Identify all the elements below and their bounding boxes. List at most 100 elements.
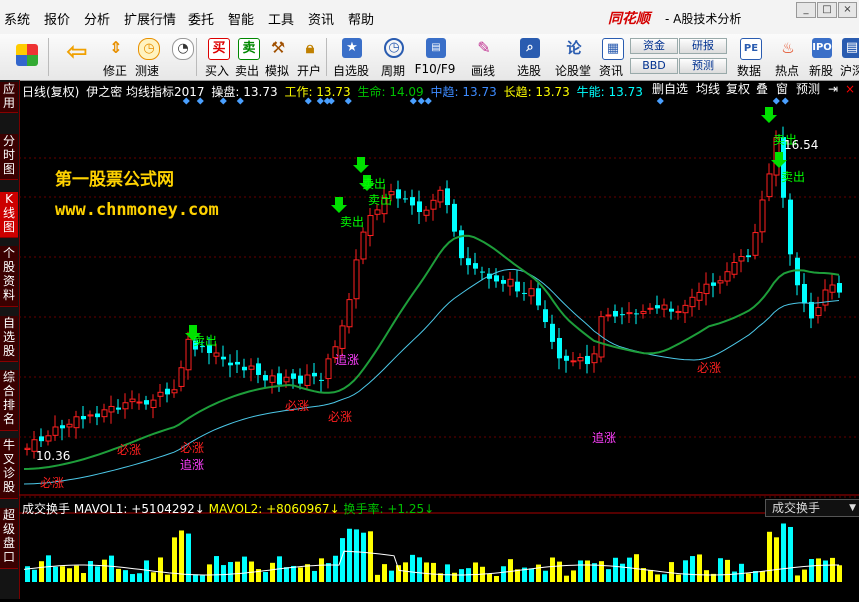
- signal-diamond-marker: [196, 97, 204, 105]
- menu-extended-market[interactable]: 扩展行情: [124, 9, 176, 28]
- candle-body: [437, 189, 444, 203]
- back-button[interactable]: ⇦: [58, 36, 92, 78]
- sidebar-item-orderbook[interactable]: 超级盘口: [0, 508, 18, 569]
- forecast-button[interactable]: 预测: [679, 58, 727, 74]
- menu-tools[interactable]: 工具: [268, 9, 294, 28]
- volume-bar: [774, 537, 779, 582]
- toolbar-item-15[interactable]: IPO 新股: [804, 36, 838, 78]
- minimize-button[interactable]: _: [796, 2, 816, 18]
- toolbar-item-14[interactable]: ♨ 热点: [770, 36, 804, 78]
- menu-smart[interactable]: 智能: [228, 9, 254, 28]
- volume-bar: [697, 554, 702, 582]
- window-button[interactable]: 窗: [776, 82, 788, 97]
- candle-body: [108, 405, 115, 413]
- close-icon[interactable]: ×: [845, 82, 855, 97]
- candle-body: [752, 232, 759, 256]
- fund-button[interactable]: 资金: [630, 38, 678, 54]
- toolbar-item-5[interactable]: 🔒︎ 开户: [292, 36, 326, 78]
- signal-label: 卖出: [340, 215, 364, 229]
- sidebar-item-ranking[interactable]: 综合排名: [0, 370, 18, 431]
- toolbar-item-16[interactable]: ▤ 沪深: [838, 36, 859, 78]
- candle-body: [711, 282, 716, 286]
- signal-diamond-marker: [344, 97, 352, 105]
- toolbar-item-1[interactable]: ◷ 测速: [130, 36, 164, 78]
- toolbar-item-13[interactable]: PE 数据: [732, 36, 766, 78]
- signal-diamond-marker: [656, 97, 664, 105]
- toolbar-item-7[interactable]: ◷ 周期: [376, 36, 410, 78]
- menu-news[interactable]: 资讯: [308, 9, 334, 28]
- candle-body: [122, 402, 129, 410]
- candle-body: [802, 283, 807, 304]
- speed-icon: ◔: [172, 38, 194, 60]
- toolbar-item-9[interactable]: ✎ 画线: [466, 36, 500, 78]
- candle-body: [445, 188, 450, 206]
- forecast-toggle[interactable]: 预测: [796, 82, 820, 97]
- candle-body: [150, 399, 157, 408]
- toolbar-item-1b[interactable]: ◔: [164, 36, 198, 78]
- turnover-value: 换手率: +1.25: [343, 502, 425, 516]
- candle-body: [45, 435, 52, 442]
- candle-body: [795, 257, 800, 286]
- toolbar-item-11[interactable]: 论 论股堂: [555, 36, 591, 78]
- candle-body: [298, 375, 303, 384]
- candle-body: [647, 307, 654, 310]
- candle-body: [717, 280, 724, 284]
- candle-body: [66, 423, 73, 428]
- app-logo: 同花顺: [608, 11, 650, 27]
- volume-info: 成交换手 MAVOL1: +5104292↓ MAVOL2: +8060967↓…: [22, 502, 435, 516]
- toolbar-item-8[interactable]: ▤ F10/F9: [415, 36, 455, 78]
- sidebar-item-watchlist[interactable]: 自选股: [0, 316, 18, 362]
- candle-body: [759, 199, 766, 233]
- close-button[interactable]: ×: [838, 2, 857, 18]
- adjust-button[interactable]: 复权: [726, 82, 750, 97]
- volume-bar: [410, 554, 415, 582]
- sidebar-item-diagnose[interactable]: 牛叉诊股: [0, 438, 18, 499]
- signal-label: 追涨: [335, 352, 359, 367]
- ma-button[interactable]: 均线: [696, 82, 720, 97]
- volume-indicator-select[interactable]: 成交换手 ▼: [765, 499, 859, 517]
- sidebar-item-app[interactable]: 应用: [0, 82, 18, 113]
- candle-body: [144, 400, 149, 405]
- menu-quote[interactable]: 报价: [44, 9, 70, 28]
- volume-bar: [403, 562, 408, 582]
- sidebar-item-kline[interactable]: K线图: [0, 192, 18, 238]
- volume-bar: [599, 561, 604, 582]
- forum-icon: 论: [566, 39, 582, 57]
- research-button[interactable]: 研报: [679, 38, 727, 54]
- volume-bar: [130, 574, 135, 582]
- app-title: - A股技术分析: [665, 12, 742, 26]
- sidebar-item-profile[interactable]: 个股资料: [0, 246, 18, 307]
- volume-bar: [312, 570, 317, 582]
- candle-body: [129, 398, 136, 403]
- volume-bar: [767, 531, 772, 582]
- volume-bar: [375, 574, 380, 582]
- maximize-button[interactable]: □: [817, 2, 837, 18]
- menu-trade[interactable]: 委托: [188, 9, 214, 28]
- candle-body: [605, 314, 612, 317]
- volume-bar: [627, 557, 632, 582]
- menu-analysis[interactable]: 分析: [84, 9, 110, 28]
- chevron-down-icon: ▼: [849, 503, 856, 513]
- candle-body: [655, 305, 660, 309]
- sidebar-item-intraday[interactable]: 分时图: [0, 134, 18, 180]
- market-icon: ▤: [842, 38, 859, 58]
- toolbar-item-10[interactable]: ⌕ 选股: [512, 36, 546, 78]
- menu-help[interactable]: 帮助: [348, 9, 374, 28]
- volume-bar: [291, 565, 296, 582]
- candle-body: [661, 304, 668, 310]
- remove-watchlist-button[interactable]: 删自选: [652, 82, 688, 97]
- volume-bar: [837, 565, 842, 582]
- toolbar-item-6[interactable]: ★ 自选股: [333, 36, 369, 78]
- layout-button[interactable]: [8, 36, 42, 78]
- volume-bar: [95, 566, 100, 582]
- toolbar-item-12[interactable]: ▦ 资讯: [594, 36, 628, 78]
- overlay-button[interactable]: 叠: [756, 82, 768, 97]
- bbd-button[interactable]: BBD: [630, 58, 678, 74]
- volume-bar: [648, 569, 653, 582]
- menu-system[interactable]: 系统: [4, 9, 30, 28]
- volume-bar: [669, 562, 674, 582]
- collapse-icon[interactable]: ⇥: [828, 82, 838, 97]
- candle-body: [473, 263, 478, 269]
- volume-bar: [347, 528, 352, 582]
- volume-bar: [760, 571, 765, 582]
